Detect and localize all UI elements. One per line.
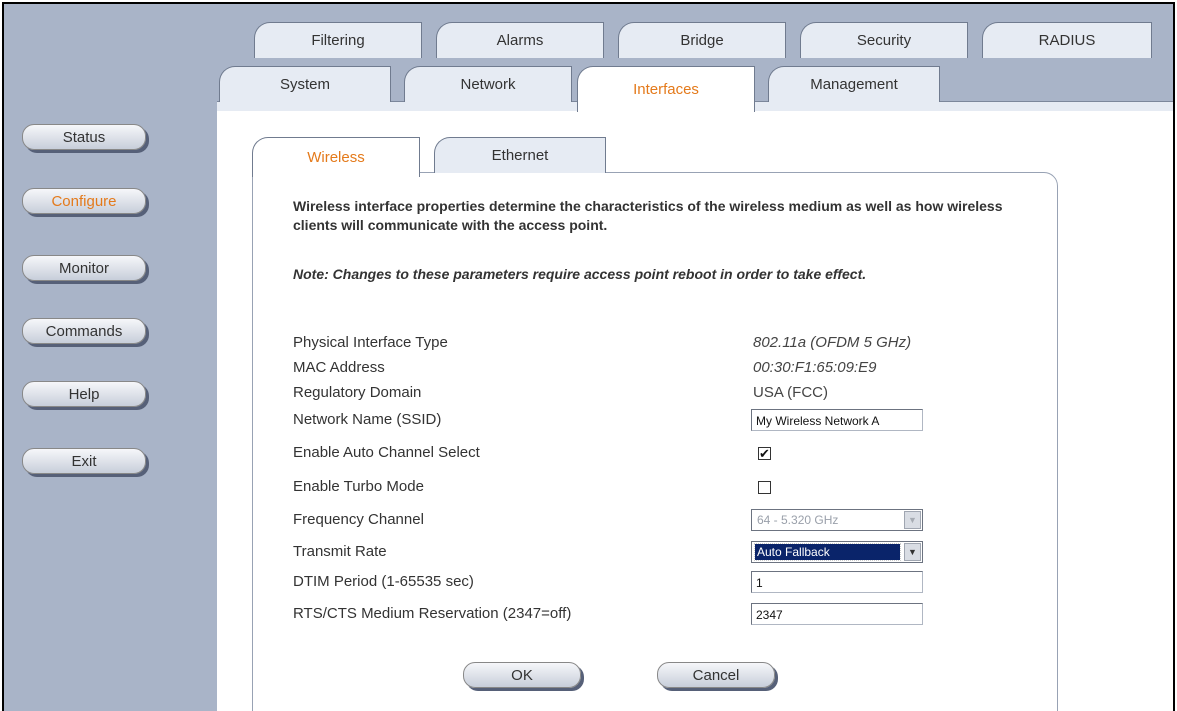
nav-status-button[interactable]: Status: [22, 124, 146, 150]
turbo-mode-checkbox[interactable]: [758, 481, 771, 494]
tab-alarms[interactable]: Alarms: [436, 22, 604, 58]
transmit-rate-label: Transmit Rate: [293, 543, 387, 560]
tab-bridge[interactable]: Bridge: [618, 22, 786, 58]
dtim-label: DTIM Period (1-65535 sec): [293, 573, 474, 590]
nav-configure-button[interactable]: Configure: [22, 188, 146, 214]
nav-label: Exit: [71, 452, 97, 470]
rts-label: RTS/CTS Medium Reservation (2347=off): [293, 605, 572, 622]
description-text: Wireless interface properties determine …: [293, 198, 1003, 233]
subtab-label: Ethernet: [491, 147, 549, 164]
dtim-input[interactable]: 1: [751, 571, 923, 593]
tab-label: RADIUS: [1038, 32, 1096, 49]
tab-label: Alarms: [496, 32, 544, 49]
nav-help-button[interactable]: Help: [22, 381, 146, 407]
nav-exit-button[interactable]: Exit: [22, 448, 146, 474]
transmit-rate-select[interactable]: Auto Fallback ▼: [751, 541, 923, 563]
nav-monitor-button[interactable]: Monitor: [22, 255, 146, 281]
tab-system[interactable]: System: [219, 66, 391, 102]
phy-type-value: 802.11a (OFDM 5 GHz): [753, 334, 912, 351]
chevron-down-icon[interactable]: ▼: [904, 543, 921, 561]
ssid-label: Network Name (SSID): [293, 411, 442, 428]
auto-channel-checkbox[interactable]: ✔: [758, 447, 771, 460]
frequency-value: 64 - 5.320 GHz: [757, 513, 839, 527]
frequency-label: Frequency Channel: [293, 511, 424, 528]
tab-security[interactable]: Security: [800, 22, 968, 58]
mac-label: MAC Address: [293, 359, 385, 376]
tab-radius[interactable]: RADIUS: [982, 22, 1152, 58]
subtab-wireless[interactable]: Wireless: [252, 137, 420, 177]
phy-type-label: Physical Interface Type: [293, 334, 448, 351]
nav-label: Status: [62, 128, 106, 146]
turbo-mode-label: Enable Turbo Mode: [293, 478, 424, 495]
tab-label: Filtering: [311, 32, 365, 49]
frequency-select[interactable]: 64 - 5.320 GHz ▼: [751, 509, 923, 531]
nav-label: Monitor: [58, 259, 110, 277]
rts-input[interactable]: 2347: [751, 603, 923, 625]
tab-management[interactable]: Management: [768, 66, 940, 102]
reg-domain-label: Regulatory Domain: [293, 384, 422, 401]
subtab-ethernet[interactable]: Ethernet: [434, 137, 606, 173]
ssid-input[interactable]: My Wireless Network A: [751, 409, 923, 431]
chevron-down-icon[interactable]: ▼: [904, 511, 921, 529]
tab-label: Bridge: [680, 32, 724, 49]
app-frame: Filtering Alarms Bridge Security RADIUS …: [2, 2, 1175, 711]
nav-commands-button[interactable]: Commands: [22, 318, 146, 344]
mac-value: 00:30:F1:65:09:E9: [753, 359, 877, 376]
reboot-note: Note: Changes to these parameters requir…: [293, 266, 867, 282]
cancel-button[interactable]: Cancel: [657, 662, 775, 688]
transmit-rate-value: Auto Fallback: [754, 543, 901, 561]
tab-interfaces[interactable]: Interfaces: [577, 66, 755, 112]
auto-channel-label: Enable Auto Channel Select: [293, 444, 480, 461]
button-label: Cancel: [692, 666, 740, 684]
tab-label: Management: [810, 76, 898, 93]
tab-label: Security: [856, 32, 912, 49]
nav-label: Configure: [51, 192, 117, 210]
tab-label: Network: [460, 76, 516, 93]
nav-label: Commands: [45, 322, 123, 340]
tab-label: System: [279, 76, 330, 93]
ok-button[interactable]: OK: [463, 662, 581, 688]
tab-label: Interfaces: [633, 81, 699, 98]
button-label: OK: [511, 666, 533, 684]
tab-filtering[interactable]: Filtering: [254, 22, 422, 58]
subtab-label: Wireless: [307, 149, 365, 166]
wireless-panel: [252, 172, 1058, 711]
nav-label: Help: [68, 385, 100, 403]
sidebar: [4, 4, 217, 711]
reg-domain-value: USA (FCC): [753, 384, 828, 401]
tab-network[interactable]: Network: [404, 66, 572, 102]
